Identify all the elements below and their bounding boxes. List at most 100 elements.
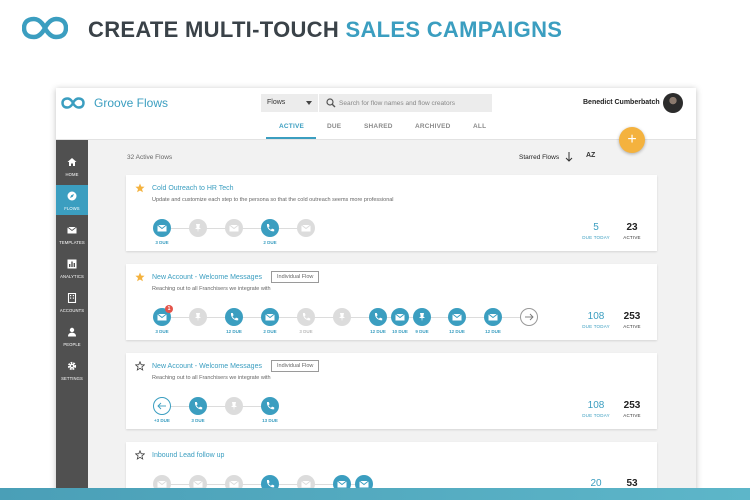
due-today-stat[interactable]: 5 DUE TODAY — [576, 222, 616, 240]
flow-step[interactable] — [225, 219, 243, 237]
flow-title[interactable]: New Account - Welcome Messages — [152, 363, 262, 370]
due-today-count: 108 — [587, 400, 605, 411]
flow-description: Reaching out to all Franchisers we integ… — [152, 286, 271, 292]
flow-step[interactable] — [413, 308, 431, 326]
flow-step[interactable] — [333, 308, 351, 326]
active-count: 23 — [626, 222, 638, 233]
sidebar-item-flows[interactable]: FLOWS — [56, 185, 88, 215]
app-logo-icon[interactable] — [61, 96, 85, 110]
flow-step[interactable] — [189, 308, 207, 326]
flow-step[interactable] — [189, 397, 207, 415]
notification-badge: 1 — [165, 305, 173, 313]
flow-step[interactable] — [297, 308, 315, 326]
compass-icon — [67, 191, 77, 201]
flow-title[interactable]: Cold Outreach to HR Tech — [152, 185, 234, 192]
search-box — [319, 94, 492, 112]
flow-step[interactable] — [261, 397, 279, 415]
sidebar-item-settings[interactable]: SETTINGS — [56, 355, 88, 385]
due-today-stat[interactable]: 108 DUE TODAY — [576, 311, 616, 329]
active-count: 253 — [623, 400, 641, 411]
sidebar-item-label: PEOPLE — [63, 342, 81, 347]
active-label: ACTIVE — [623, 324, 641, 329]
flow-step[interactable] — [225, 397, 243, 415]
phone-icon — [230, 313, 239, 321]
envelope-icon — [452, 313, 462, 321]
active-stat: 253 ACTIVE — [612, 311, 652, 329]
due-today-stat[interactable]: 108 DUE TODAY — [576, 400, 616, 418]
tab-shared[interactable]: SHARED — [364, 123, 393, 130]
search-icon — [326, 98, 336, 108]
tab-archived[interactable]: ARCHIVED — [415, 123, 451, 130]
step-due-label: 2 DUE — [263, 329, 277, 334]
flow-step[interactable] — [369, 308, 387, 326]
caret-down-icon — [306, 101, 312, 105]
flow-step[interactable] — [153, 219, 171, 237]
gear-icon — [67, 361, 77, 371]
envelope-icon — [265, 313, 275, 321]
flow-description: Reaching out to all Franchisers we integ… — [152, 375, 271, 381]
tab-all[interactable]: ALL — [473, 123, 486, 130]
app-name: Groove Flows — [94, 96, 169, 110]
sidebar-item-home[interactable]: HOME — [56, 151, 88, 181]
sidebar-item-label: ACCOUNTS — [59, 308, 85, 313]
star-filled-icon[interactable] — [135, 183, 145, 193]
step-due-label: 2 DUE — [263, 240, 277, 245]
pin-icon — [419, 313, 425, 322]
flow-card[interactable]: New Account - Welcome Messages Individua… — [126, 264, 657, 340]
flow-title[interactable]: Inbound Lead follow up — [152, 452, 224, 459]
add-flow-button[interactable]: + — [619, 127, 645, 153]
due-today-label: DUE TODAY — [582, 324, 610, 329]
flow-step[interactable] — [448, 308, 466, 326]
flow-step[interactable] — [484, 308, 502, 326]
star-outline-icon[interactable] — [135, 361, 145, 371]
bottom-accent-band — [0, 488, 750, 500]
arrow-down-icon[interactable] — [565, 151, 573, 162]
flow-step[interactable] — [225, 308, 243, 326]
flow-title[interactable]: New Account - Welcome Messages — [152, 274, 262, 281]
sidebar-item-people[interactable]: PEOPLE — [56, 321, 88, 351]
flow-step[interactable] — [261, 219, 279, 237]
active-label: ACTIVE — [623, 413, 641, 418]
flow-step[interactable] — [297, 219, 315, 237]
tab-active[interactable]: ACTIVE — [279, 123, 304, 130]
next-steps-button[interactable] — [520, 308, 538, 326]
flow-card[interactable]: New Account - Welcome Messages Individua… — [126, 353, 657, 429]
flow-type-badge: Individual Flow — [271, 271, 320, 283]
sidebar-item-label: TEMPLATES — [59, 240, 85, 245]
step-due-label: 12 DUE — [449, 329, 465, 334]
flow-step[interactable] — [261, 308, 279, 326]
envelope-icon — [395, 313, 405, 321]
flow-step[interactable] — [189, 219, 207, 237]
phone-icon — [266, 402, 275, 410]
sidebar-item-label: HOME — [65, 172, 79, 177]
flow-step[interactable] — [391, 308, 409, 326]
step-due-label: 3 DUE — [155, 240, 169, 245]
search-input[interactable] — [339, 97, 489, 109]
envelope-icon — [67, 226, 77, 234]
flows-filter-select[interactable]: Flows — [261, 94, 318, 112]
phone-icon — [266, 224, 275, 232]
pin-icon — [339, 313, 345, 322]
step-due-label: 3 DUE — [191, 418, 205, 423]
az-sort-button[interactable]: AZ — [586, 152, 595, 159]
sidebar-item-label: FLOWS — [64, 206, 80, 211]
flow-card[interactable]: Cold Outreach to HR Tech Update and cust… — [126, 175, 657, 251]
sidebar-item-templates[interactable]: TEMPLATES — [56, 219, 88, 249]
previous-steps-button[interactable] — [153, 397, 171, 415]
sidebar-item-accounts[interactable]: ACCOUNTS — [56, 287, 88, 317]
envelope-icon — [301, 224, 311, 232]
active-flows-count: 32 Active Flows — [127, 154, 173, 161]
envelope-icon — [157, 224, 167, 232]
step-due-label: 12 DUE — [485, 329, 501, 334]
tab-due[interactable]: DUE — [327, 123, 341, 130]
step-connector — [171, 406, 271, 407]
star-filled-icon[interactable] — [135, 272, 145, 282]
due-today-count: 108 — [587, 311, 605, 322]
user-name[interactable]: Benedict Cumberbatch — [583, 99, 660, 106]
avatar[interactable] — [663, 93, 683, 113]
star-outline-icon[interactable] — [135, 450, 145, 460]
step-due-label: 13 DUE — [262, 418, 278, 423]
sidebar-item-analytics[interactable]: ANALYTICS — [56, 253, 88, 283]
phone-icon — [302, 313, 311, 321]
starred-sort-toggle[interactable]: Starred Flows — [519, 154, 559, 161]
